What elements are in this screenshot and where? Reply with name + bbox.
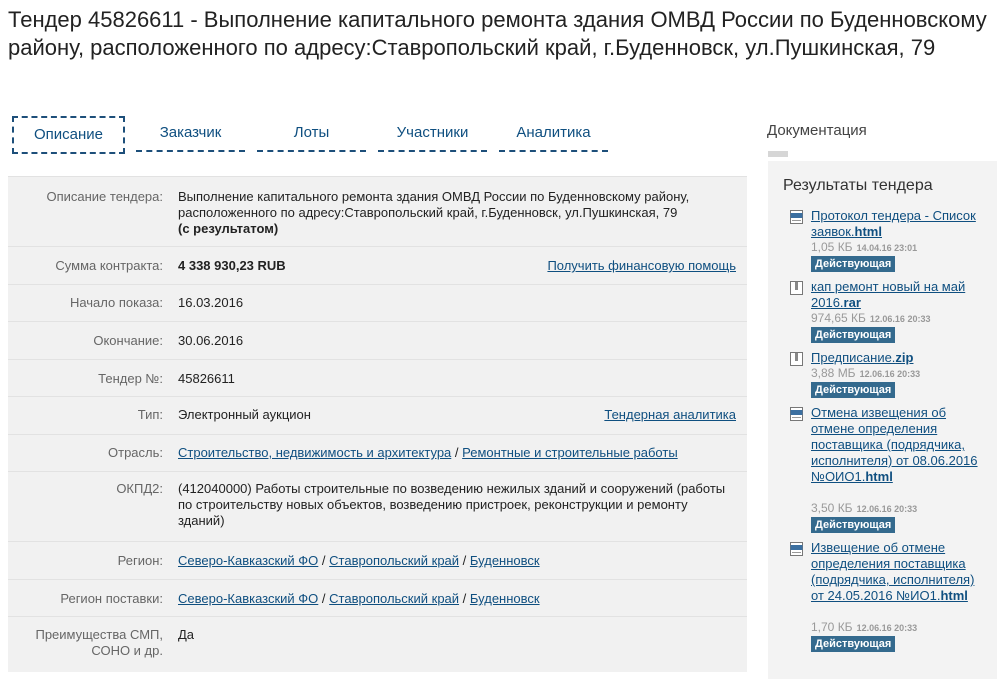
results-title: Результаты тендера [783,177,933,194]
tender-analytics-link[interactable]: Тендерная аналитика [604,407,736,423]
region-link-city[interactable]: Буденновск [470,553,540,568]
financial-help-link[interactable]: Получить финансовую помощь [547,258,736,274]
row-amount: Сумма контракта: 4 338 930,23 RUB Получи… [8,247,747,285]
delivery-region-value: Северо-Кавказский ФО / Ставропольский кр… [178,591,737,607]
document-link[interactable]: Предписание.zip [811,350,989,366]
documentation-panel: Результаты тендера Протокол тендера - Сп… [768,161,997,679]
row-industry: Отрасль: Строительство, недвижимость и а… [8,435,747,472]
tab-description[interactable]: Описание [12,116,125,154]
documentation-scroll-indicator [768,151,788,157]
document-item: Предписание.zip 3,88 МБ 12.06.16 20:33 Де… [790,350,990,400]
type-value-wrap: Электронный аукцион Тендерная аналитика [178,407,737,423]
description-value: Выполнение капитального ремонта здания О… [178,189,737,237]
delivery-region-label: Регион поставки: [60,591,163,606]
separator: / [454,445,459,460]
document-meta: 1,05 КБ 14.04.16 23:01 [811,240,918,254]
document-item: Отмена извещения об отмене определения п… [790,405,990,535]
okpd-label: ОКПД2: [116,481,163,496]
archive-file-icon [790,281,803,295]
row-description: Описание тендера: Выполнение капитальног… [8,177,747,247]
tender-details-table: Описание тендера: Выполнение капитальног… [8,176,747,672]
description-text: Выполнение капитального ремонта здания О… [178,189,690,220]
type-label: Тип: [137,407,163,422]
amount-label: Сумма контракта: [55,258,163,273]
delivery-region-link-krai[interactable]: Ставропольский край [329,591,459,606]
tab-participants[interactable]: Участники [378,116,487,152]
document-meta: 1,70 КБ 12.06.16 20:33 [811,620,918,634]
number-label: Тендер №: [98,371,163,386]
separator: / [462,553,467,568]
type-value: Электронный аукцион [178,407,311,422]
document-link[interactable]: Отмена извещения об отмене определения п… [811,405,989,485]
industry-link-construction[interactable]: Строительство, недвижимость и архитектур… [178,445,451,460]
separator: / [321,553,326,568]
status-text: (с результатом) [178,221,279,236]
number-value: 45826611 [178,371,235,386]
document-item: Извещение об отмене определения поставщи… [790,540,990,670]
html-file-icon [790,210,803,224]
row-number: Тендер №: 45826611 [8,360,747,397]
status-badge: Действующая [811,327,896,343]
separator: / [321,591,326,606]
start-label: Начало показа: [69,295,163,310]
description-label: Описание тендера: [46,189,163,204]
status-badge: Действующая [811,517,896,533]
document-link[interactable]: Извещение об отмене определения поставщи… [811,540,989,604]
archive-file-icon [790,352,803,366]
tab-analytics[interactable]: Аналитика [499,116,608,152]
document-meta: 974,65 КБ 12.06.16 20:33 [811,311,931,325]
industry-label: Отрасль: [108,445,163,460]
row-end: Окончание: 30.06.2016 [8,322,747,360]
html-file-icon [790,542,803,556]
status-badge: Действующая [811,382,896,398]
document-item: Протокол тендера - Список заявок.html 1,… [790,208,990,274]
delivery-region-link-district[interactable]: Северо-Кавказский ФО [178,591,318,606]
status-badge: Действующая [811,636,896,652]
end-value: 30.06.2016 [178,333,244,348]
amount-value: 4 338 930,23 RUB [178,258,286,273]
start-value: 16.03.2016 [178,295,244,310]
tab-customer[interactable]: Заказчик [136,116,245,152]
end-label: Окончание: [93,333,163,348]
document-link[interactable]: кап ремонт новый на май 2016.rar [811,279,989,311]
row-region: Регион: Северо-Кавказский ФО / Ставропол… [8,542,747,580]
region-value: Северо-Кавказский ФО / Ставропольский кр… [178,553,737,569]
document-meta: 3,88 МБ 12.06.16 20:33 [811,366,921,380]
document-item: кап ремонт новый на май 2016.rar 974,65 … [790,279,990,345]
row-type: Тип: Электронный аукцион Тендерная анали… [8,397,747,435]
status-badge: Действующая [811,256,896,272]
row-smp: Преимущества СМП, СОНО и др. Да [8,617,747,672]
region-link-district[interactable]: Северо-Кавказский ФО [178,553,318,568]
document-link[interactable]: Протокол тендера - Список заявок.html [811,208,989,240]
industry-value: Строительство, недвижимость и архитектур… [178,445,737,461]
amount-value-wrap: 4 338 930,23 RUB Получить финансовую пом… [178,258,737,274]
okpd-value: (412040000) Работы строительные по возве… [178,481,726,528]
separator: / [462,591,467,606]
smp-label: Преимущества СМП, СОНО и др. [35,627,163,658]
document-meta: 3,50 КБ 12.06.16 20:33 [811,501,918,515]
region-label: Регион: [117,553,163,568]
page-title: Тендер 45826611 - Выполнение капитальног… [8,7,987,60]
row-okpd: ОКПД2: (412040000) Работы строительные п… [8,472,747,542]
region-link-krai[interactable]: Ставропольский край [329,553,459,568]
tab-lots[interactable]: Лоты [257,116,366,152]
documentation-heading: Документация [767,122,867,139]
delivery-region-link-city[interactable]: Буденновск [470,591,540,606]
smp-value: Да [178,627,195,642]
row-delivery-region: Регион поставки: Северо-Кавказский ФО / … [8,580,747,617]
html-file-icon [790,407,803,421]
industry-link-repair[interactable]: Ремонтные и строительные работы [462,445,678,460]
row-start: Начало показа: 16.03.2016 [8,285,747,322]
